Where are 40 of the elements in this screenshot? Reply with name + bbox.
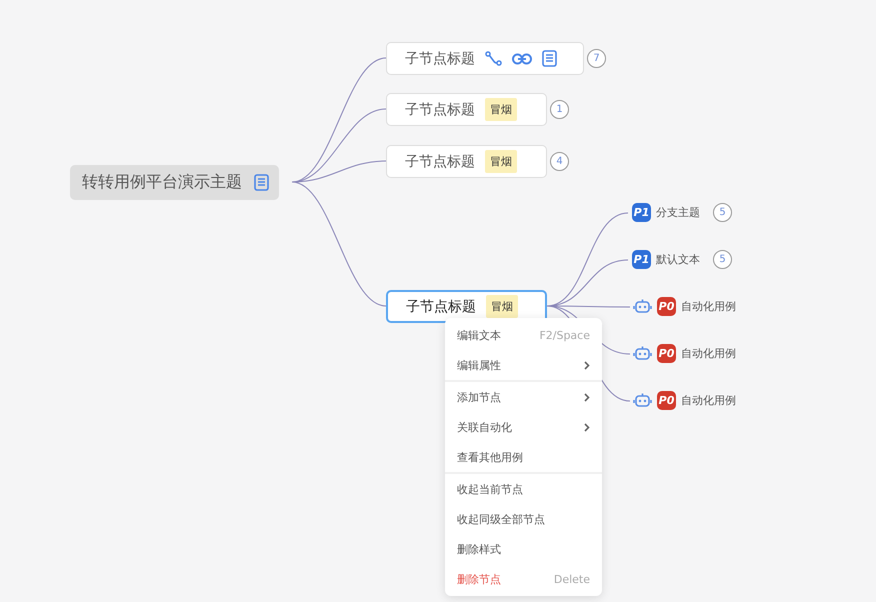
topic-node[interactable]: 子节点标题 [386,42,584,75]
robot-icon [633,393,652,408]
priority-badge: P0 [657,391,676,410]
robot-icon [633,299,652,314]
leaf-topic[interactable]: 自动化用例 [681,346,736,361]
leaf-topic[interactable]: 自动化用例 [681,299,736,314]
topic-node[interactable]: 子节点标题 冒烟 [386,93,547,126]
menu-item[interactable]: 删除样式 [445,534,602,564]
robot-icon [633,346,652,361]
chevron-icon [584,422,590,432]
menu-item[interactable]: 收起当前节点 [445,474,602,504]
topic-node[interactable]: 子节点标题 冒烟 [386,290,547,323]
menu-item[interactable]: 编辑属性 [445,350,602,380]
topic-title: 子节点标题 [405,50,475,68]
chevron-icon [584,360,590,370]
menu-item[interactable]: 编辑文本 F2/Space [445,320,602,350]
priority-badge: P0 [657,344,676,363]
menu-item[interactable]: 收起同级全部节点 [445,504,602,534]
leaf-topic[interactable]: 默认文本 [656,252,700,267]
topic-title: 子节点标题 [405,100,475,118]
topic-title: 子节点标题 [406,298,476,316]
topic-node[interactable]: 子节点标题 冒烟 [386,145,547,178]
root-topic[interactable]: 转转用例平台演示主题 [70,165,279,200]
tag: 冒烟 [485,98,517,121]
root-title: 转转用例平台演示主题 [82,172,242,193]
tag: 冒烟 [485,150,517,173]
leaf-topic[interactable]: 自动化用例 [681,393,736,408]
priority-badge: P0 [657,297,676,316]
leaf-topic[interactable]: 分支主题 [656,205,700,220]
shortcut-hint: F2/Space [539,328,590,342]
priority-badge: P1 [632,203,651,222]
menu-item[interactable]: 查看其他用例 [445,442,602,472]
menu-item[interactable]: 删除节点 Delete [445,564,602,594]
chevron-icon [584,392,590,402]
tag: 冒烟 [486,295,518,318]
shortcut-hint: Delete [554,572,590,586]
priority-badge: P1 [632,250,651,269]
menu-item[interactable]: 添加节点 [445,382,602,412]
menu-item[interactable]: 关联自动化 [445,412,602,442]
topic-title: 子节点标题 [405,152,475,170]
